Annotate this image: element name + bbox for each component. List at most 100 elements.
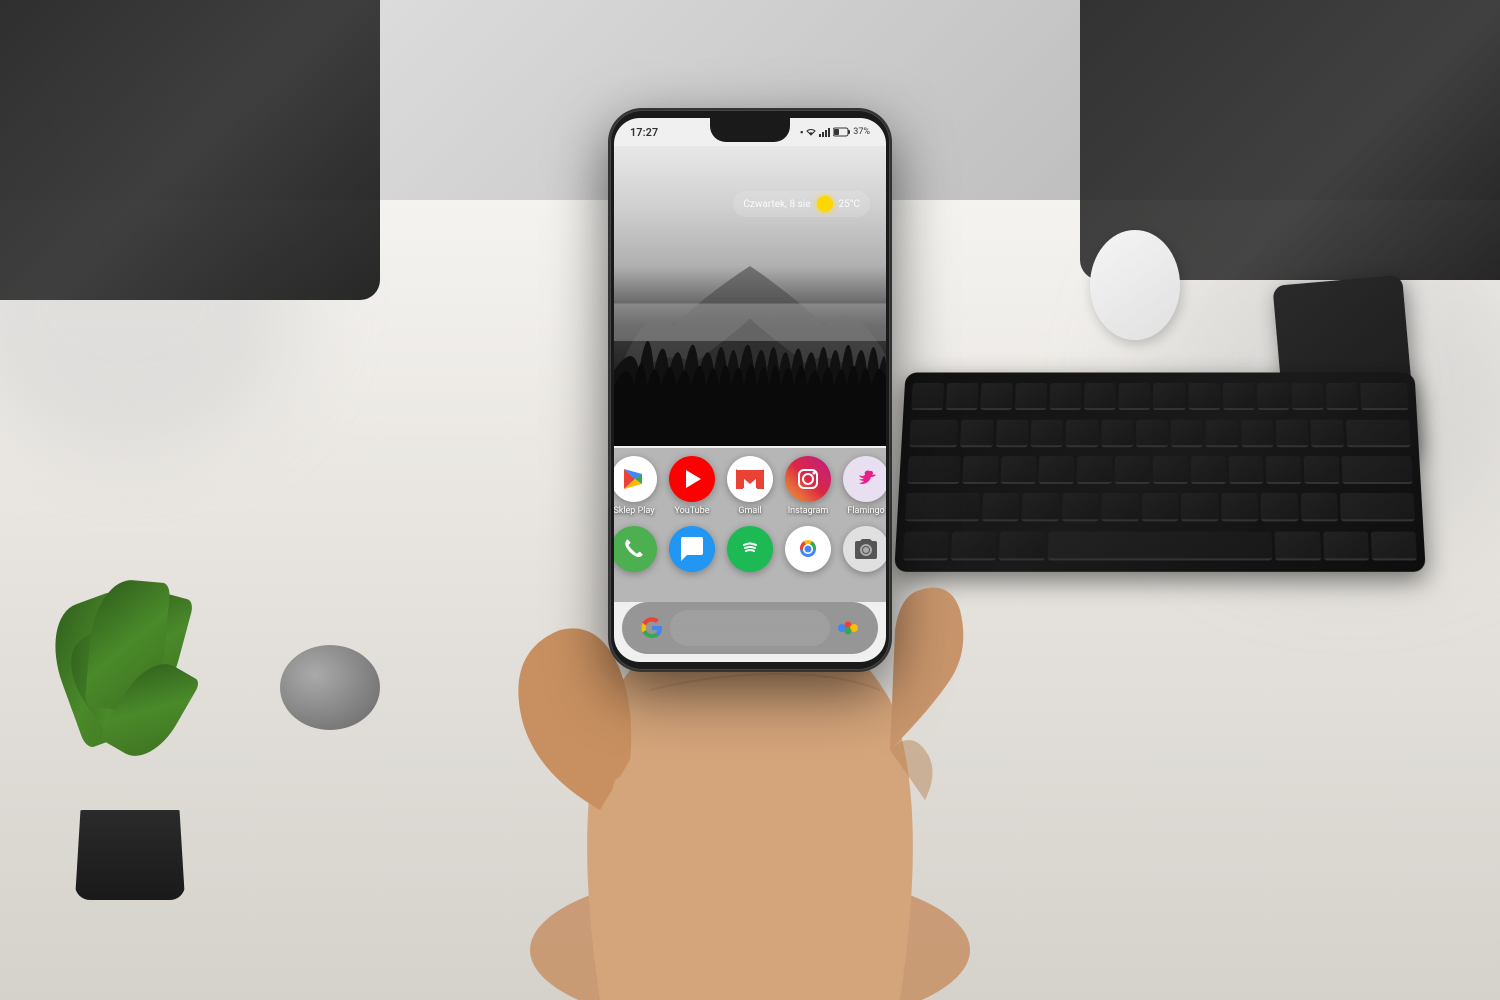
status-icons: ▪ [800, 127, 870, 138]
key [1257, 383, 1289, 410]
key [1119, 383, 1151, 410]
app-item-camera[interactable] [843, 526, 886, 576]
chrome-svg [791, 532, 825, 566]
camera-icon[interactable] [843, 526, 886, 572]
monitor-top-left [0, 0, 380, 300]
app-item-youtube[interactable]: YouTube [669, 456, 715, 516]
key [1360, 383, 1409, 410]
key [1241, 419, 1274, 446]
app-row-1: Sklep Play YouTube [630, 456, 870, 516]
messages-icon[interactable] [669, 526, 715, 572]
key [1154, 383, 1186, 410]
hand-container: 17:27 ▪ [450, 50, 1050, 1000]
assistant-svg [836, 616, 860, 640]
key [1206, 419, 1238, 446]
battery-percent: 37% [853, 127, 870, 137]
app-item-play-store[interactable]: Sklep Play [614, 456, 657, 516]
key [1275, 531, 1321, 560]
phone-body: 17:27 ▪ [610, 110, 890, 670]
phone-wrapper: 17:27 ▪ [610, 110, 890, 670]
google-g-button[interactable] [638, 614, 666, 642]
google-search-bar[interactable] [670, 610, 830, 646]
app-row-2 [630, 526, 870, 576]
flamingo-svg [852, 465, 880, 493]
play-store-label: Sklep Play [614, 506, 655, 516]
key [1171, 419, 1203, 446]
google-assistant-button[interactable] [834, 614, 862, 642]
app-item-instagram[interactable]: Instagram [785, 456, 831, 516]
pebble-device [280, 645, 380, 730]
key [1222, 383, 1254, 410]
key [1142, 493, 1179, 521]
key [1062, 493, 1099, 521]
mountain-svg [614, 146, 886, 446]
key [1304, 456, 1340, 484]
key [1191, 456, 1226, 484]
key [1300, 493, 1338, 521]
plant-leaves [50, 580, 210, 820]
phone-call-svg [622, 537, 646, 561]
key [1326, 383, 1359, 410]
key [1188, 383, 1220, 410]
key [1266, 456, 1302, 484]
flamingo-label: Flamingo [847, 506, 884, 516]
key [1136, 419, 1168, 446]
app-item-spotify[interactable] [727, 526, 773, 576]
wifi-icon [805, 127, 817, 137]
key [1050, 383, 1082, 410]
wallpaper-area: Czwartek, 8 sie 25°C [614, 146, 886, 446]
key [1228, 456, 1263, 484]
app-item-gmail[interactable]: Gmail [727, 456, 773, 516]
white-speaker [1090, 230, 1180, 340]
signal-icon [819, 127, 831, 137]
key [1084, 383, 1116, 410]
key-space [1047, 531, 1272, 560]
phone-notch [710, 118, 790, 142]
dock-area [622, 602, 878, 654]
play-store-icon[interactable] [614, 456, 657, 502]
mountain-silhouette [614, 146, 886, 446]
battery-icon [833, 127, 851, 137]
gmail-icon[interactable] [727, 456, 773, 502]
chrome-icon[interactable] [785, 526, 831, 572]
key [1342, 456, 1413, 484]
phone-icon[interactable] [614, 526, 657, 572]
key [1115, 456, 1150, 484]
key [1066, 419, 1098, 446]
key [1261, 493, 1299, 521]
app-item-messages[interactable] [669, 526, 715, 576]
key [1276, 419, 1309, 446]
spotify-icon[interactable] [727, 526, 773, 572]
key [1340, 493, 1415, 521]
flamingo-icon[interactable] [843, 456, 886, 502]
yt-play-icon [686, 470, 701, 488]
key [1181, 493, 1218, 521]
key [1153, 456, 1188, 484]
key [1323, 531, 1369, 560]
notification-icon: ▪ [800, 127, 803, 138]
key [1077, 456, 1112, 484]
app-item-flamingo[interactable]: Flamingo [843, 456, 886, 516]
key [1101, 419, 1133, 446]
app-item-chrome[interactable] [785, 526, 831, 576]
camera-svg [852, 537, 880, 561]
key [1371, 531, 1417, 560]
plant-pot [75, 810, 185, 900]
youtube-icon[interactable] [669, 456, 715, 502]
phone-screen: 17:27 ▪ [614, 118, 886, 662]
instagram-icon[interactable] [785, 456, 831, 502]
instagram-svg [795, 466, 821, 492]
status-time: 17:27 [630, 126, 658, 139]
google-g-svg [641, 617, 663, 639]
key [1221, 493, 1258, 521]
key [1311, 419, 1344, 446]
instagram-label: Instagram [788, 506, 829, 516]
youtube-label: YouTube [675, 506, 710, 516]
messages-svg [679, 537, 705, 561]
app-item-phone[interactable] [614, 526, 657, 576]
play-store-svg [620, 465, 648, 493]
key [1345, 419, 1410, 446]
gmail-label: Gmail [738, 506, 761, 516]
gmail-svg [735, 468, 765, 490]
key [1291, 383, 1323, 410]
